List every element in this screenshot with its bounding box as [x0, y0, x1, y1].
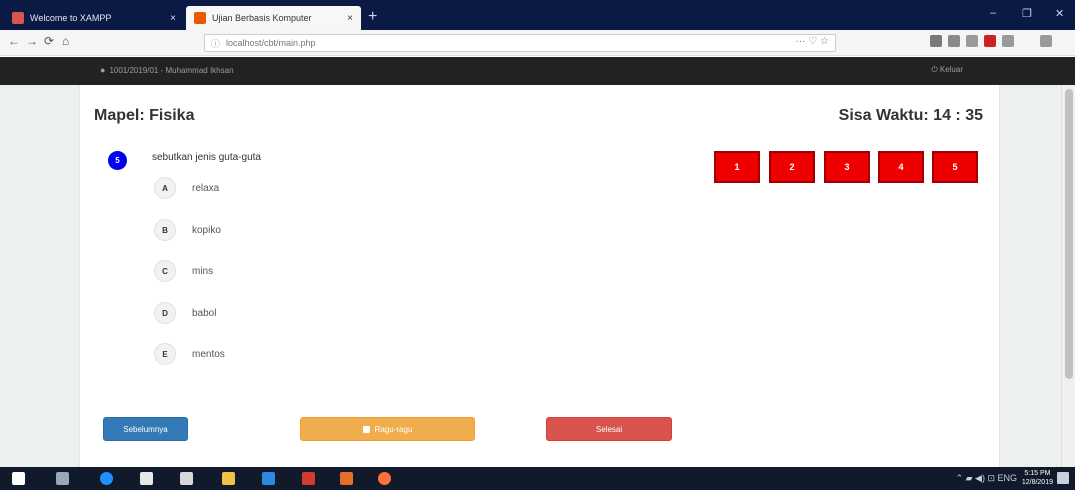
extension-icon[interactable] [984, 35, 996, 47]
library-icon[interactable] [948, 35, 960, 47]
tab-close-icon[interactable]: × [347, 13, 353, 24]
remaining-time: Sisa Waktu: 14 : 35 [838, 107, 983, 124]
app-icon[interactable] [262, 472, 275, 485]
minimize-button[interactable]: – [990, 7, 996, 19]
option-text: babol [192, 307, 217, 319]
tab-label: Ujian Berbasis Komputer [212, 13, 312, 23]
option-text: mins [192, 265, 214, 277]
mail-icon[interactable] [180, 472, 193, 485]
scrollbar-thumb[interactable] [1065, 89, 1073, 379]
edge-browser-icon[interactable] [100, 472, 113, 485]
maximize-button[interactable]: ❐ [1022, 7, 1032, 20]
info-icon: ⓘ [211, 38, 221, 49]
browser-navbar: ← → ⟳ ⌂ ⓘ localhost/cbt/main.php ··· ♡ ☆ [0, 30, 1075, 56]
start-windows-icon[interactable] [12, 472, 25, 485]
subject-title: Mapel: Fisika [94, 107, 195, 124]
clock-time: 5:15 PM [1024, 470, 1051, 477]
option-letter[interactable]: B [154, 219, 176, 241]
option-d[interactable]: D babol [154, 300, 454, 326]
user-icon: ● [100, 65, 106, 75]
option-text: relaxa [192, 182, 220, 194]
url-text: localhost/cbt/main.php [226, 38, 316, 48]
checkbox-icon [362, 425, 370, 433]
url-bar[interactable]: ⓘ localhost/cbt/main.php ··· ♡ ☆ [204, 34, 836, 52]
option-letter[interactable]: E [154, 343, 176, 365]
windows-taskbar: ⌃ ▰ ◀) ⊡ ENG 5:15 PM 12/8/2019 [0, 467, 1075, 490]
store-icon[interactable] [140, 472, 153, 485]
acrobat-icon[interactable] [302, 472, 315, 485]
browser-titlebar: Welcome to XAMPP × Ujian Berbasis Komput… [0, 0, 1075, 30]
logout-link[interactable]: ⏻ Keluar [931, 65, 963, 75]
download-icon[interactable] [930, 35, 942, 47]
user-name: 1001/2019/01 - Muhammad Ikhsan [109, 65, 234, 75]
option-b[interactable]: B kopiko [154, 217, 454, 243]
clock-date: 12/8/2019 [1021, 479, 1053, 486]
question-nav-5[interactable]: 5 [932, 151, 978, 183]
url-actions[interactable]: ··· ♡ ☆ [796, 36, 829, 47]
option-text: mentos [192, 348, 225, 360]
page-scrollbar[interactable] [1061, 85, 1075, 467]
forward-button[interactable]: → [26, 34, 38, 48]
question-nav-4[interactable]: 4 [878, 151, 924, 183]
tab-close-icon[interactable]: × [170, 13, 176, 24]
browser-tab-xampp[interactable]: Welcome to XAMPP × [4, 6, 184, 30]
firefox-icon[interactable] [378, 472, 391, 485]
question-nav-3[interactable]: 3 [824, 151, 870, 183]
sidebar-icon[interactable] [966, 35, 978, 47]
menu-icon[interactable] [1040, 35, 1052, 47]
task-view-icon[interactable] [56, 472, 69, 485]
finish-button[interactable]: Selesai [546, 417, 672, 441]
option-letter[interactable]: A [154, 177, 176, 199]
exam-panel: Mapel: Fisika Sisa Waktu: 14 : 35 5 sebu… [79, 85, 1000, 467]
browser-tab-ujian[interactable]: Ujian Berbasis Komputer × [186, 6, 361, 30]
doubt-button[interactable]: Ragu-ragu [300, 417, 475, 441]
user-info: ● 1001/2019/01 - Muhammad Ikhsan [100, 65, 234, 75]
tab-label: Welcome to XAMPP [30, 13, 112, 23]
new-tab-button[interactable]: + [368, 8, 377, 26]
account-icon[interactable] [1002, 35, 1014, 47]
question-number-badge: 5 [108, 151, 127, 170]
question-navigator: 1 2 3 4 5 [714, 151, 984, 185]
notification-icon[interactable] [1057, 472, 1069, 484]
close-window-button[interactable]: ✕ [1055, 7, 1064, 20]
ujian-favicon-icon [194, 12, 206, 24]
option-e[interactable]: E mentos [154, 341, 454, 367]
option-c[interactable]: C mins [154, 258, 454, 284]
option-letter[interactable]: C [154, 260, 176, 282]
option-a[interactable]: A relaxa [154, 175, 454, 201]
xampp-favicon-icon [12, 12, 24, 24]
option-letter[interactable]: D [154, 302, 176, 324]
previous-button[interactable]: Sebelumnya [103, 417, 188, 441]
question-nav-2[interactable]: 2 [769, 151, 815, 183]
reload-button[interactable]: ⟳ [44, 34, 54, 48]
system-tray[interactable]: ⌃ ▰ ◀) ⊡ ENG [956, 473, 1017, 484]
app-header: ● 1001/2019/01 - Muhammad Ikhsan ⏻ Kelua… [0, 57, 1075, 85]
file-explorer-icon[interactable] [222, 472, 235, 485]
question-area: 5 sebutkan jenis guta-guta A relaxa B ko… [94, 145, 680, 385]
home-button[interactable]: ⌂ [62, 34, 69, 48]
option-text: kopiko [192, 224, 221, 236]
back-button[interactable]: ← [8, 34, 20, 48]
question-text: sebutkan jenis guta-guta [152, 152, 261, 163]
taskbar-clock[interactable]: 5:15 PM 12/8/2019 [1022, 469, 1053, 487]
doubt-button-label: Ragu-ragu [374, 424, 413, 434]
question-nav-1[interactable]: 1 [714, 151, 760, 183]
xampp-icon[interactable] [340, 472, 353, 485]
